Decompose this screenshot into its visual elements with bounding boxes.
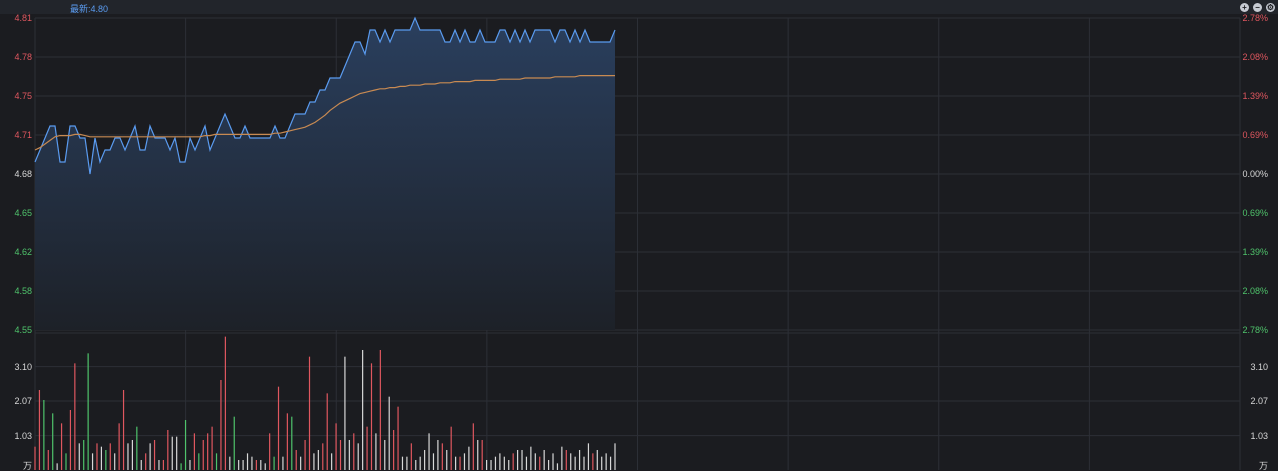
volume-unit-label: 万	[22, 461, 32, 471]
price-tick-label: 4.62	[14, 247, 32, 257]
percent-tick-label: 1.39%	[1242, 247, 1268, 257]
price-tick-label: 4.75	[14, 91, 32, 101]
percent-tick-label: 2.78%	[1242, 325, 1268, 335]
price-tick-label: 4.68	[14, 169, 32, 179]
volume-tick-label: 1.03	[1250, 430, 1268, 441]
percent-tick-label: 1.39%	[1242, 91, 1268, 101]
price-tick-label: 4.58	[14, 286, 32, 296]
price-area	[35, 18, 615, 330]
volume-tick-label: 1.03	[14, 430, 32, 441]
price-tick-label: 4.65	[14, 208, 32, 218]
percent-tick-label: 2.78%	[1242, 13, 1268, 23]
volume-tick-label: 2.07	[14, 396, 32, 406]
percent-tick-label: 2.08%	[1242, 52, 1268, 62]
price-tick-label: 4.71	[14, 130, 32, 140]
percent-tick-label: 0.00%	[1242, 169, 1268, 179]
volume-tick-label: 3.10	[14, 361, 32, 372]
intraday-chart[interactable]	[0, 0, 1278, 471]
price-tick-label: 4.55	[14, 325, 32, 335]
price-tick-label: 4.78	[14, 52, 32, 62]
volume-unit-label: 万	[1258, 461, 1268, 471]
percent-tick-label: 0.69%	[1242, 208, 1268, 218]
percent-tick-label: 2.08%	[1242, 286, 1268, 296]
percent-tick-label: 0.69%	[1242, 130, 1268, 140]
volume-tick-label: 3.10	[1250, 361, 1268, 372]
volume-tick-label: 2.07	[1250, 396, 1268, 406]
price-tick-label: 4.81	[14, 13, 32, 23]
